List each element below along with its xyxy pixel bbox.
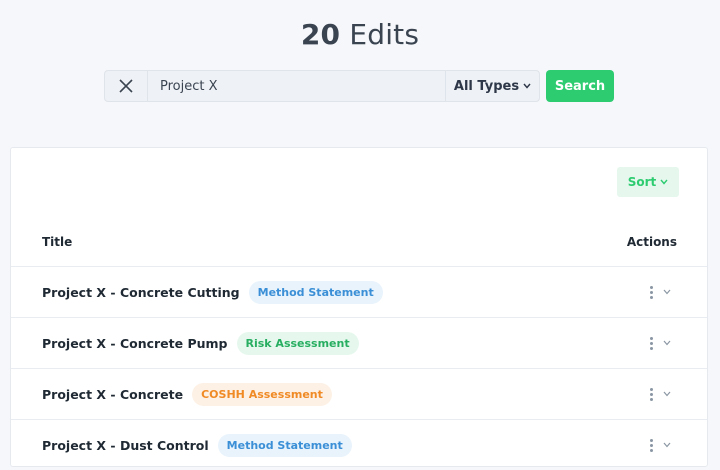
search-bar: All Types [104,70,540,102]
search-button[interactable]: Search [546,70,614,102]
type-badge: Method Statement [217,433,352,457]
clear-search-button[interactable] [105,71,148,101]
sort-button[interactable]: Sort [617,167,679,197]
row-title[interactable]: Project X - Concrete Cutting [42,285,240,300]
row-title[interactable]: Project X - Dust Control [42,438,209,453]
row-title[interactable]: Project X - Concrete Pump [42,336,228,351]
page-title: 20 Edits [0,18,720,51]
chevron-down-icon [660,179,668,185]
page-title-label: Edits [349,18,420,51]
edits-table-body: Project X - Concrete Cutting Method Stat… [11,266,707,470]
type-badge: Method Statement [248,280,383,304]
close-icon [119,79,133,93]
chevron-down-icon [663,442,671,448]
row-title[interactable]: Project X - Concrete [42,387,183,402]
table-row[interactable]: Project X - Concrete COSHH Assessment [11,368,707,419]
sort-label: Sort [627,175,657,189]
row-actions-menu[interactable] [650,318,671,368]
more-vertical-icon [650,285,653,299]
chevron-down-icon [663,289,671,295]
chevron-down-icon [663,340,671,346]
chevron-down-icon [523,83,531,89]
row-actions-menu[interactable] [650,420,671,470]
type-badge: Risk Assessment [236,331,359,355]
more-vertical-icon [650,336,653,350]
row-actions-menu[interactable] [650,369,671,419]
type-badge: COSHH Assessment [192,382,332,406]
edit-count: 20 [300,18,341,51]
table-row[interactable]: Project X - Concrete Pump Risk Assessmen… [11,317,707,368]
type-filter-select[interactable]: All Types [445,71,539,101]
table-header: Title Actions [11,232,707,266]
edits-list-panel: Sort Title Actions Project X - Concrete … [10,147,708,467]
chevron-down-icon [663,391,671,397]
search-input[interactable] [148,71,445,101]
type-filter-label: All Types [453,78,520,94]
row-actions-menu[interactable] [650,267,671,317]
more-vertical-icon [650,387,653,401]
table-row[interactable]: Project X - Concrete Cutting Method Stat… [11,266,707,317]
column-header-actions: Actions [626,235,677,249]
column-header-title: Title [42,235,73,249]
table-row[interactable]: Project X - Dust Control Method Statemen… [11,419,707,470]
